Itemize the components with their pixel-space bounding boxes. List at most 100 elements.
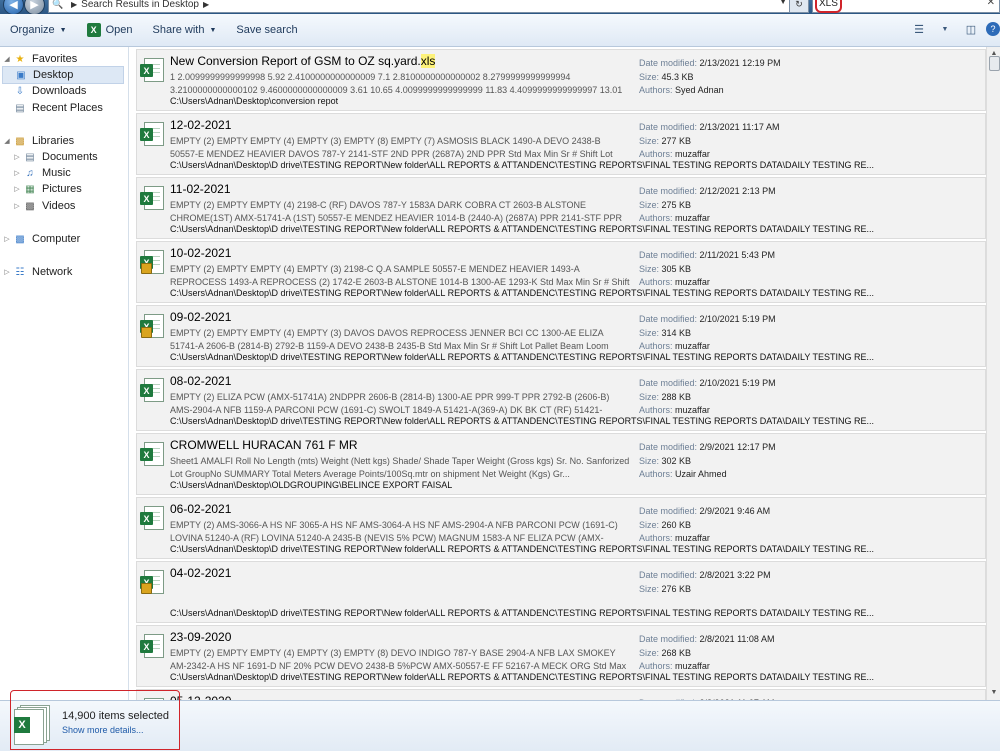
file-name[interactable]: CROMWELL HURACAN 761 F MR <box>170 438 358 452</box>
file-name[interactable]: 11-02-2021 <box>170 182 231 196</box>
date-modified-value: 2/8/2021 3:22 PM <box>699 570 771 580</box>
close-icon[interactable]: ✕ <box>987 0 995 8</box>
file-authors-label: Authors: <box>639 277 673 287</box>
expand-arrow-icon[interactable]: ▷ <box>12 169 22 177</box>
back-button[interactable]: ◀ <box>3 0 24 15</box>
date-modified-label: Date modified: <box>639 570 698 580</box>
nav-computer[interactable]: ▷ ▩ Computer <box>2 231 80 247</box>
organize-button[interactable]: Organize ▼ <box>0 18 77 42</box>
vertical-scrollbar[interactable]: ▲ ▼ <box>986 47 1000 700</box>
excel-file-icon: X <box>140 250 164 276</box>
file-size-value: 275 KB <box>661 199 692 210</box>
date-modified-label: Date modified: <box>639 58 698 68</box>
file-content-snippet: EMPTY (2) AMS-3066-A HS NF 3065-A HS NF … <box>170 520 618 543</box>
file-metadata: Date modified: 2/10/2021 5:19 PM Size: 31… <box>639 313 776 354</box>
file-authors-label: Authors: <box>639 533 673 543</box>
file-name-text: CROMWELL HURACAN 761 F MR <box>170 438 358 452</box>
view-options-icon[interactable]: ☰ <box>908 18 930 40</box>
file-name[interactable]: 12-02-2021 <box>170 118 231 132</box>
date-modified-line: Date modified: 2/10/2021 5:19 PM <box>639 377 776 391</box>
date-modified-label: Date modified: <box>639 634 698 644</box>
computer-icon: ▩ <box>15 233 25 245</box>
result-row[interactable]: X 11-02-2021 EMPTY (2) EMPTY EMPTY (4) 219… <box>136 177 986 239</box>
chevron-right-icon[interactable]: ▶ <box>71 0 77 9</box>
nav-pictures[interactable]: ▷ ▦ Pictures <box>12 181 81 197</box>
chevron-right-icon[interactable]: ▶ <box>203 0 209 9</box>
address-field[interactable]: 🔍 ▶ Search Results in Desktop ▶ ▼ <box>48 0 790 13</box>
result-row[interactable]: X 12-02-2021 EMPTY (2) EMPTY EMPTY (4) EMP… <box>136 113 986 175</box>
forward-arrow-icon: ▶ <box>30 0 39 11</box>
downloads-icon: ⇩ <box>15 85 25 97</box>
chevron-down-icon[interactable]: ▼ <box>779 0 787 6</box>
result-row[interactable]: X CROMWELL HURACAN 761 F MR Sheet1 AMALFI … <box>136 433 986 495</box>
forward-button[interactable]: ▶ <box>24 0 45 15</box>
result-row[interactable]: X 23-09-2020 EMPTY (2) EMPTY EMPTY (4) EMP… <box>136 625 986 687</box>
result-row[interactable]: X 09-02-2021 EMPTY (2) EMPTY EMPTY (4) EMP… <box>136 305 986 367</box>
file-size-value: 302 KB <box>661 455 692 466</box>
show-more-details-link[interactable]: Show more details... <box>62 725 144 735</box>
file-size-label: Size: <box>639 71 660 82</box>
file-metadata: Date modified: 2/9/2021 9:46 AM Size: 260… <box>639 505 770 546</box>
nav-network[interactable]: ▷ ☷ Network <box>2 264 72 280</box>
excel-file-icon: X <box>140 122 164 148</box>
result-row[interactable]: X 10-02-2021 EMPTY (2) EMPTY EMPTY (4) EMP… <box>136 241 986 303</box>
file-content-snippet: EMPTY (2) EMPTY EMPTY (4) 2198-C (RF) DA… <box>170 200 622 223</box>
result-row[interactable]: X 08-02-2021 EMPTY (2) ELIZA PCW (AMX-5174… <box>136 369 986 431</box>
scrollbar-thumb[interactable] <box>989 56 1000 71</box>
result-row[interactable]: X 06-02-2021 EMPTY (2) AMS-3066-A HS NF 30… <box>136 497 986 559</box>
date-modified-value: 2/11/2021 5:43 PM <box>699 250 775 260</box>
refresh-button[interactable]: ↻ <box>789 0 809 13</box>
nav-favorites[interactable]: ◢ ★ Favorites <box>2 51 77 67</box>
nav-recent-places[interactable]: ▤ Recent Places <box>2 100 103 116</box>
nav-videos[interactable]: ▷ ▩ Videos <box>12 198 75 214</box>
expand-arrow-icon[interactable]: ▷ <box>12 202 22 210</box>
search-query[interactable]: XLS <box>815 0 842 13</box>
expand-arrow-icon[interactable]: ▷ <box>2 235 12 243</box>
breadcrumb[interactable]: Search Results in Desktop <box>81 0 199 10</box>
preview-pane-icon[interactable]: ◫ <box>960 18 982 40</box>
file-name-text: 10-02-2021 <box>170 246 232 260</box>
file-size-value: 260 KB <box>661 519 692 530</box>
file-name[interactable]: 06-02-2021 <box>170 502 231 516</box>
file-metadata: Date modified: 2/11/2021 5:43 PM Size: 30… <box>639 249 775 290</box>
collapse-arrow-icon[interactable]: ◢ <box>2 55 12 63</box>
file-name[interactable]: 09-02-2021 <box>170 310 231 324</box>
file-name[interactable]: 23-09-2020 <box>170 630 231 644</box>
expand-arrow-icon[interactable]: ▷ <box>12 153 22 161</box>
expand-arrow-icon[interactable]: ▷ <box>12 185 22 193</box>
file-metadata: Date modified: 2/9/2021 12:17 PM Size: 30… <box>639 441 776 482</box>
nav-desktop[interactable]: ▣ Desktop <box>2 66 124 84</box>
videos-icon: ▩ <box>25 200 35 212</box>
search-input[interactable]: XLS ✕ <box>812 0 1000 13</box>
file-size-line: Size: 314 KB <box>639 327 776 341</box>
file-name[interactable]: 04-02-2021 <box>170 566 231 580</box>
file-authors-value: muzaffar <box>675 405 710 415</box>
open-button[interactable]: X Open <box>77 18 143 42</box>
expand-arrow-icon[interactable]: ▷ <box>2 268 12 276</box>
file-authors-line: Authors: muzaffar <box>639 148 779 162</box>
chevron-down-icon[interactable]: ▼ <box>934 18 956 40</box>
nav-documents[interactable]: ▷ ▤ Documents <box>12 149 97 165</box>
result-row[interactable]: X 04-02-2021 C:\Users\Adnan\Desktop\D driv… <box>136 561 986 623</box>
music-icon: ♫ <box>26 167 34 179</box>
file-size-line: Size: 260 KB <box>639 519 770 533</box>
collapse-arrow-icon[interactable]: ◢ <box>2 137 12 145</box>
date-modified-line: Date modified: 2/8/2021 3:22 PM <box>639 569 771 583</box>
file-size-value: 314 KB <box>661 327 692 338</box>
date-modified-value: 2/12/2021 2:13 PM <box>699 186 776 196</box>
nav-downloads[interactable]: ⇩ Downloads <box>2 83 87 99</box>
file-name[interactable]: 10-02-2021 <box>170 246 231 260</box>
help-icon[interactable]: ? <box>986 22 1000 36</box>
file-name[interactable]: 08-02-2021 <box>170 374 231 388</box>
save-search-button[interactable]: Save search <box>226 18 307 42</box>
scroll-down-icon[interactable]: ▼ <box>987 686 1000 700</box>
nav-libraries[interactable]: ◢ ▩ Libraries <box>2 133 74 149</box>
nav-music[interactable]: ▷ ♫ Music <box>12 165 70 181</box>
file-name[interactable]: New Conversion Report of GSM to OZ sq.ya… <box>170 54 436 68</box>
date-modified-label: Date modified: <box>639 122 698 132</box>
result-row[interactable]: X05-12-2020Date modified: 2/8/2021 11:07… <box>136 689 986 700</box>
file-authors-line: Authors: muzaffar <box>639 532 770 546</box>
file-authors-value: muzaffar <box>675 277 710 287</box>
share-with-button[interactable]: Share with ▼ <box>143 18 227 42</box>
result-row[interactable]: X New Conversion Report of GSM to OZ sq.y… <box>136 49 986 111</box>
